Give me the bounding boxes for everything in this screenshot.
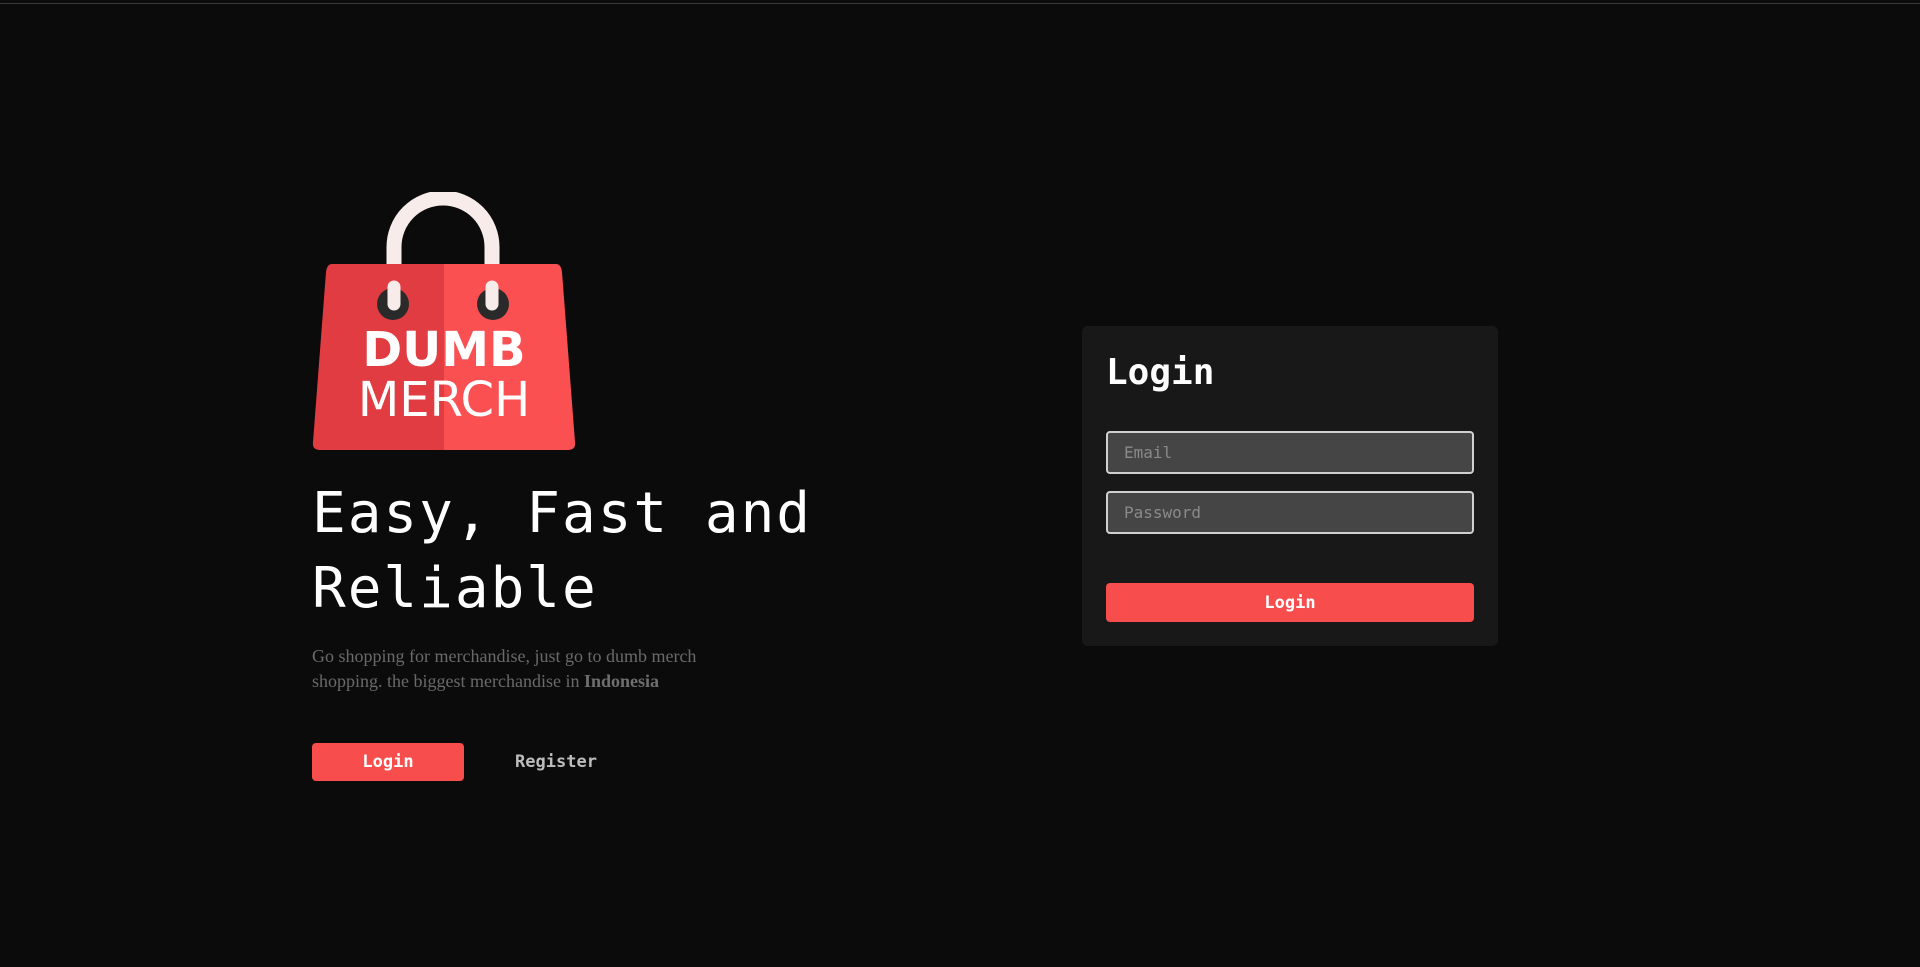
password-field[interactable] (1106, 491, 1474, 534)
login-submit-button[interactable]: Login (1106, 583, 1474, 622)
hero-tagline: Go shopping for merchandise, just go to … (312, 644, 732, 694)
hero-login-button[interactable]: Login (312, 743, 464, 781)
login-card: Login Login (1082, 326, 1498, 646)
top-border (0, 3, 1920, 4)
logo-text-line1: DUMB (362, 322, 525, 378)
tagline-emphasis: Indonesia (583, 671, 659, 691)
email-field[interactable] (1106, 431, 1474, 474)
hero-register-button[interactable]: Register (498, 743, 614, 781)
login-card-title: Login (1106, 352, 1215, 393)
dumb-merch-logo: DUMB MERCH (312, 192, 576, 450)
logo-text-line2: MERCH (358, 372, 530, 428)
hero-headline: Easy, Fast and Reliable (312, 481, 813, 621)
